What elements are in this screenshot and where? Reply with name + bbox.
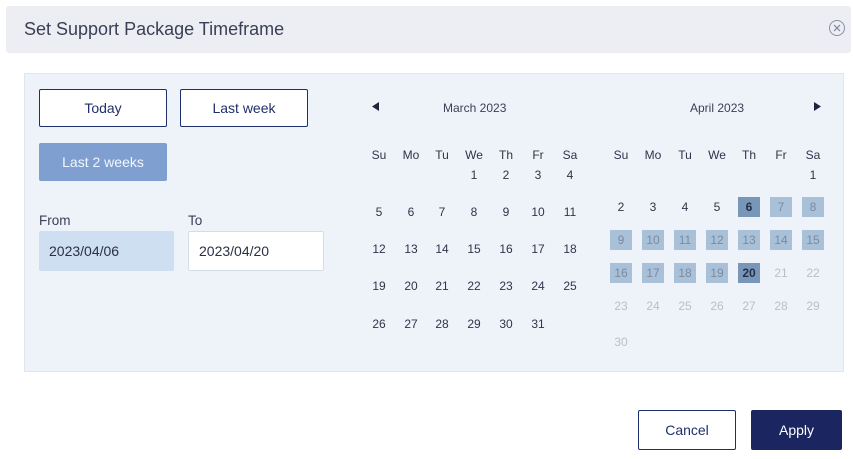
day-april-9[interactable]: 9 xyxy=(610,230,632,250)
day-march-11[interactable]: 11 xyxy=(559,202,581,222)
day-march-13[interactable]: 13 xyxy=(400,239,422,259)
day-april-25[interactable]: 25 xyxy=(674,296,696,316)
day-march-20[interactable]: 20 xyxy=(400,276,422,296)
day-march-5[interactable]: 5 xyxy=(368,202,390,222)
day-march-27[interactable]: 27 xyxy=(400,314,422,334)
to-date-field[interactable]: 2023/04/20 xyxy=(188,231,324,271)
weekday-th-march: Th xyxy=(498,148,513,162)
dialog-title: Set Support Package Timeframe xyxy=(24,19,285,39)
preset-today-button[interactable]: Today xyxy=(39,89,167,127)
day-april-8[interactable]: 8 xyxy=(802,197,824,217)
day-april-13[interactable]: 13 xyxy=(738,230,760,250)
day-april-15[interactable]: 15 xyxy=(802,230,824,250)
day-april-14[interactable]: 14 xyxy=(770,230,792,250)
apply-button[interactable]: Apply xyxy=(751,410,842,450)
weekday-tu-april: Tu xyxy=(678,148,692,162)
cancel-button[interactable]: Cancel xyxy=(638,410,736,450)
day-march-28[interactable]: 28 xyxy=(431,314,453,334)
day-march-2[interactable]: 2 xyxy=(495,165,517,185)
weekday-mo-april: Mo xyxy=(644,148,662,162)
weekday-tu-march: Tu xyxy=(435,148,449,162)
weekday-fr-april: Fr xyxy=(775,148,787,162)
day-april-30[interactable]: 30 xyxy=(610,332,632,352)
day-april-10[interactable]: 10 xyxy=(642,230,664,250)
prev-month-button[interactable] xyxy=(368,101,382,115)
weekday-th-april: Th xyxy=(741,148,756,162)
weekday-we-march: We xyxy=(465,148,483,162)
day-march-21[interactable]: 21 xyxy=(431,276,453,296)
dialog-header: Set Support Package Timeframe xyxy=(6,6,851,53)
day-april-24[interactable]: 24 xyxy=(642,296,664,316)
month-title-march: March 2023 xyxy=(443,101,507,115)
timeframe-panel: Today Last week Last 2 weeks From To 202… xyxy=(24,73,844,372)
triangle-left-icon xyxy=(371,102,379,114)
day-march-14[interactable]: 14 xyxy=(431,239,453,259)
day-march-9[interactable]: 9 xyxy=(495,202,517,222)
triangle-right-icon xyxy=(813,102,821,114)
from-label: From xyxy=(39,213,71,228)
day-march-31[interactable]: 31 xyxy=(527,314,549,334)
day-march-6[interactable]: 6 xyxy=(400,202,422,222)
day-march-16[interactable]: 16 xyxy=(495,239,517,259)
weekday-fr-march: Fr xyxy=(532,148,544,162)
day-april-4[interactable]: 4 xyxy=(674,197,696,217)
day-april-17[interactable]: 17 xyxy=(642,263,664,283)
day-april-19[interactable]: 19 xyxy=(706,263,728,283)
day-april-11[interactable]: 11 xyxy=(674,230,696,250)
day-april-26[interactable]: 26 xyxy=(706,296,728,316)
day-march-7[interactable]: 7 xyxy=(431,202,453,222)
to-label: To xyxy=(188,213,203,228)
weekday-su-april: Su xyxy=(613,148,629,162)
day-april-18[interactable]: 18 xyxy=(674,263,696,283)
day-april-27[interactable]: 27 xyxy=(738,296,760,316)
day-april-16[interactable]: 16 xyxy=(610,263,632,283)
month-title-april: April 2023 xyxy=(690,101,745,115)
close-circle-icon xyxy=(833,24,841,32)
preset-last-week-button[interactable]: Last week xyxy=(180,89,308,127)
day-march-8[interactable]: 8 xyxy=(463,202,485,222)
day-april-29[interactable]: 29 xyxy=(802,296,824,316)
weekday-sa-april: Sa xyxy=(805,148,821,162)
day-march-3[interactable]: 3 xyxy=(527,165,549,185)
day-april-6[interactable]: 6 xyxy=(738,197,760,217)
day-march-10[interactable]: 10 xyxy=(527,202,549,222)
day-april-1[interactable]: 1 xyxy=(802,165,824,185)
weekday-sa-march: Sa xyxy=(562,148,578,162)
day-april-3[interactable]: 3 xyxy=(642,197,664,217)
day-march-26[interactable]: 26 xyxy=(368,314,390,334)
weekday-su-march: Su xyxy=(371,148,387,162)
weekday-mo-march: Mo xyxy=(402,148,420,162)
next-month-button[interactable] xyxy=(810,101,824,115)
day-april-21[interactable]: 21 xyxy=(770,263,792,283)
day-april-5[interactable]: 5 xyxy=(706,197,728,217)
day-march-1[interactable]: 1 xyxy=(463,165,485,185)
day-march-12[interactable]: 12 xyxy=(368,239,390,259)
day-april-23[interactable]: 23 xyxy=(610,296,632,316)
day-april-7[interactable]: 7 xyxy=(770,197,792,217)
day-april-2[interactable]: 2 xyxy=(610,197,632,217)
day-march-30[interactable]: 30 xyxy=(495,314,517,334)
day-march-18[interactable]: 18 xyxy=(559,239,581,259)
day-april-28[interactable]: 28 xyxy=(770,296,792,316)
day-march-22[interactable]: 22 xyxy=(463,276,485,296)
close-button[interactable] xyxy=(829,20,845,36)
day-march-17[interactable]: 17 xyxy=(527,239,549,259)
day-march-4[interactable]: 4 xyxy=(559,165,581,185)
day-april-22[interactable]: 22 xyxy=(802,263,824,283)
day-march-29[interactable]: 29 xyxy=(463,314,485,334)
preset-last-2-weeks-button[interactable]: Last 2 weeks xyxy=(39,143,167,181)
day-march-19[interactable]: 19 xyxy=(368,276,390,296)
weekday-we-april: We xyxy=(708,148,726,162)
day-march-25[interactable]: 25 xyxy=(559,276,581,296)
day-march-15[interactable]: 15 xyxy=(463,239,485,259)
day-march-24[interactable]: 24 xyxy=(527,276,549,296)
day-march-23[interactable]: 23 xyxy=(495,276,517,296)
from-date-field[interactable]: 2023/04/06 xyxy=(39,231,174,271)
day-april-20[interactable]: 20 xyxy=(738,263,760,283)
day-april-12[interactable]: 12 xyxy=(706,230,728,250)
